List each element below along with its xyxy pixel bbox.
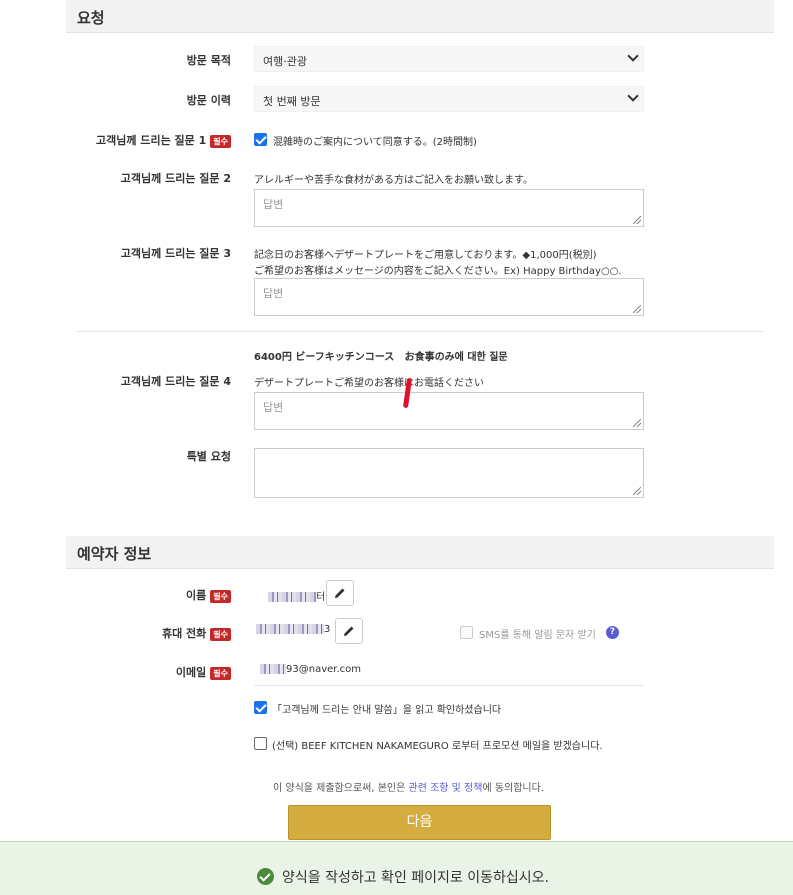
course-heading: 6400円 ビーフキッチンコース お食事のみ에 대한 질문 [254, 348, 508, 363]
special-request-textarea[interactable] [254, 448, 644, 498]
name-value: 터 [268, 588, 325, 603]
resize-grip-icon[interactable] [633, 487, 641, 495]
promo-text: (선택) BEEF KITCHEN NAKAMEGURO 로부터 프로모션 메일… [272, 741, 603, 752]
resize-grip-icon[interactable] [633, 216, 641, 224]
phone-value-suffix: 3 [324, 624, 331, 635]
question2-label: 고객님께 드리는 질문 2 [120, 172, 231, 185]
visit-history-select[interactable]: 첫 번째 방문 [254, 86, 644, 112]
question3-label: 고객님께 드리는 질문 3 [120, 247, 231, 260]
redacted-email [260, 664, 286, 674]
question3-text-line2: ご希望のお客様はメッセージの内容をご記入ください。Ex) Happy Birth… [254, 266, 622, 277]
request-section-title: 요청 [77, 9, 105, 27]
booker-section-header: 예약자 정보 [66, 536, 774, 569]
redacted-phone [256, 624, 324, 634]
confirm-text: 「고객님께 드리는 안내 말씀」을 읽고 확인하셨습니다 [272, 705, 502, 716]
notice-banner: 양식을 작성하고 확인 페이지로 이동하십시오. [0, 841, 793, 895]
course-heading-prefix: 6400円 ビーフキッチンコース [254, 352, 395, 363]
email-value-suffix: 93@naver.com [286, 664, 361, 675]
check-circle-icon [257, 868, 274, 885]
question2-placeholder: 답변 [263, 198, 284, 211]
next-button[interactable]: 다음 [288, 805, 551, 840]
chevron-down-icon [627, 90, 639, 102]
visit-purpose-label: 방문 목적 [186, 54, 231, 67]
question4-text: デザートプレートご希望のお客様はお電話ください [254, 378, 484, 389]
email-underline [254, 685, 644, 686]
visit-history-value: 첫 번째 방문 [263, 95, 321, 108]
promo-checkbox[interactable] [254, 737, 267, 750]
phone-label: 휴대 전화 필수 [162, 625, 231, 641]
question4-label: 고객님께 드리는 질문 4 [120, 375, 231, 388]
email-value: 93@naver.com [260, 664, 361, 675]
question1-text: 混雑時のご案内について同意する。(2時間制) [273, 137, 477, 148]
resize-grip-icon[interactable] [633, 305, 641, 313]
consent-prefix: 이 양식을 제출함으로써, 본인은 [273, 783, 409, 794]
visit-purpose-select[interactable]: 여행·관광 [254, 46, 644, 72]
visit-history-label: 방문 이력 [186, 94, 231, 107]
pencil-icon [335, 588, 345, 598]
email-label: 이메일 필수 [176, 664, 231, 680]
phone-label-text: 휴대 전화 [161, 627, 207, 640]
visit-purpose-value: 여행·관광 [263, 55, 307, 68]
redacted-name [268, 592, 316, 602]
notice-text: 양식을 작성하고 확인 페이지로 이동하십시오. [282, 870, 549, 886]
question4-placeholder: 답변 [263, 401, 284, 414]
required-badge: 필수 [210, 134, 231, 148]
policy-link[interactable]: 관련 조항 및 정책 [409, 783, 483, 794]
question1-checkbox[interactable] [254, 133, 267, 146]
sms-checkbox[interactable] [460, 626, 473, 639]
question1-label-text: 고객님께 드리는 질문 1 [96, 134, 207, 147]
request-section-header: 요청 [66, 0, 774, 33]
consent-suffix: 에 동의합니다. [482, 783, 544, 794]
required-badge: 필수 [210, 627, 231, 641]
phone-value: 3 [256, 624, 330, 635]
special-request-label: 특별 요청 [186, 450, 231, 463]
question3-placeholder: 답변 [263, 287, 284, 300]
name-label: 이름 필수 [186, 587, 231, 603]
question1-label: 고객님께 드리는 질문 1 필수 [96, 132, 231, 148]
required-badge: 필수 [210, 666, 231, 680]
help-icon[interactable]: ? [606, 626, 619, 639]
booker-section-title: 예약자 정보 [77, 545, 152, 563]
question4-answer-textarea[interactable]: 답변 [254, 392, 644, 430]
course-heading-suffix: お食事のみ에 대한 질문 [404, 352, 508, 363]
name-value-suffix: 터 [316, 592, 326, 603]
resize-grip-icon[interactable] [633, 419, 641, 427]
required-badge: 필수 [210, 589, 231, 603]
consent-line: 이 양식을 제출함으로써, 본인은 관련 조항 및 정책에 동의합니다. [273, 779, 544, 794]
name-label-text: 이름 [186, 589, 207, 602]
section-divider [76, 331, 764, 332]
question2-text: アレルギーや苦手な食材がある方はご記入をお願い致します。 [254, 175, 533, 186]
question2-answer-textarea[interactable]: 답변 [254, 189, 644, 227]
email-label-text: 이메일 [175, 666, 207, 679]
pencil-icon [344, 626, 354, 636]
edit-phone-button[interactable] [335, 618, 363, 644]
edit-name-button[interactable] [326, 580, 354, 606]
confirm-checkbox[interactable] [254, 701, 267, 714]
sms-label: SMS를 통해 알림 문자 받기 [479, 630, 596, 641]
reservation-form-page: 요청 방문 목적 여행·관광 방문 이력 첫 번째 방문 고객님께 드리는 질문… [0, 0, 793, 895]
question3-text-line1: 記念日のお客様へデザートプレートをご用意しております。◆1,000円(税別) [254, 250, 597, 261]
question3-answer-textarea[interactable]: 답변 [254, 278, 644, 316]
chevron-down-icon [627, 50, 639, 62]
